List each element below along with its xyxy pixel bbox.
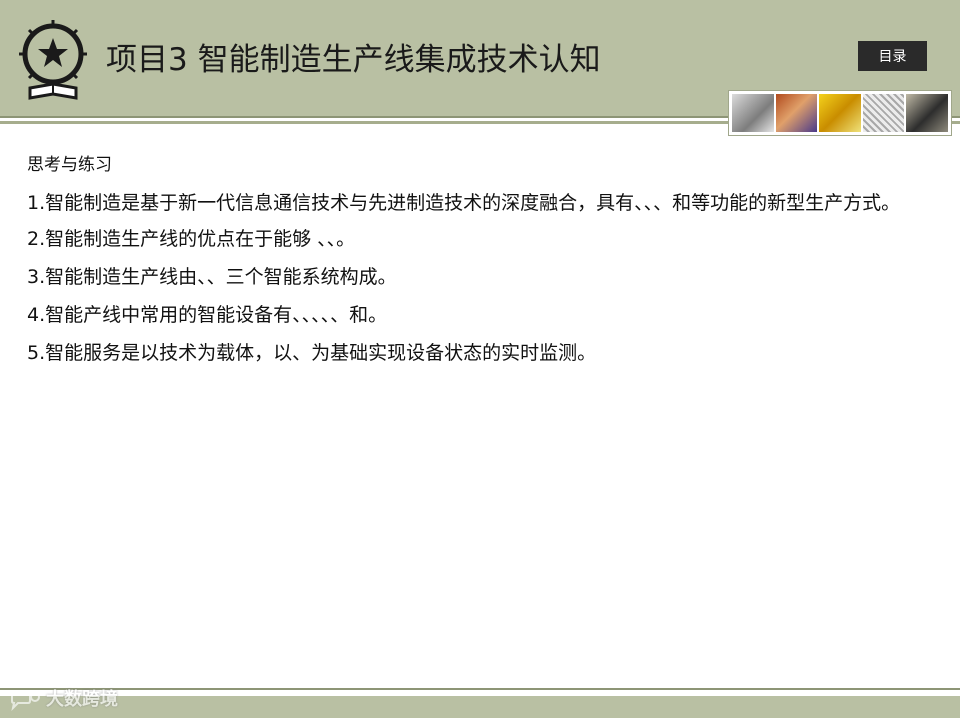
question-item: 3.智能制造生产线由、、三个智能系统构成。 (27, 266, 397, 288)
blueprint-photo (862, 94, 905, 132)
question-item: 1.智能制造是基于新一代信息通信技术与先进制造技术的深度融合，具有、、、和等功能… (27, 192, 901, 214)
worker-photo (775, 94, 818, 132)
star-book-emblem-icon (19, 20, 87, 100)
footer-divider (0, 688, 960, 690)
question-item: 4.智能产线中常用的智能设备有、、、、、和。 (27, 304, 388, 326)
table-of-contents-button[interactable]: 目录 (858, 41, 927, 71)
business-people-photo (906, 94, 948, 132)
clock-photo (732, 94, 774, 132)
watermark: 大数跨境 (8, 686, 118, 714)
page-title: 项目3 智能制造生产线集成技术认知 (106, 42, 601, 78)
section-title: 思考与练习 (27, 155, 112, 175)
header-photo-strip (728, 90, 952, 136)
watermark-text: 大数跨境 (46, 689, 118, 710)
yellow-clock-photo (819, 94, 861, 132)
main-content: 思考与练习 1.智能制造是基于新一代信息通信技术与先进制造技术的深度融合，具有、… (27, 148, 927, 372)
question-item: 5.智能服务是以技术为载体，以、为基础实现设备状态的实时监测。 (27, 342, 597, 364)
chat-bubble-icon (11, 690, 40, 711)
question-item: 2.智能制造生产线的优点在于能够 、、。 (27, 228, 356, 250)
footer-band (0, 696, 960, 718)
